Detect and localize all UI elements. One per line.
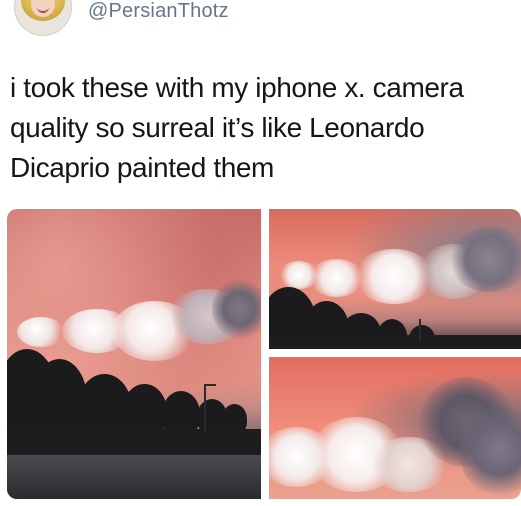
tweet-header: @PersianThotz xyxy=(0,0,521,40)
cloud-shape xyxy=(212,279,261,339)
cloud-shape xyxy=(17,317,65,347)
tweet-photo-2[interactable] xyxy=(269,209,521,349)
road xyxy=(7,455,261,499)
user-handle[interactable]: @PersianThotz xyxy=(88,0,229,23)
avatar[interactable] xyxy=(14,0,72,36)
cloud-shape xyxy=(449,227,521,292)
ground-silhouette xyxy=(269,335,521,349)
street-lamp xyxy=(419,319,421,341)
tweet-text: i took these with my iphone x. camera qu… xyxy=(10,72,464,183)
tweet-photo-1[interactable] xyxy=(7,209,261,499)
street-lamp xyxy=(204,384,206,432)
street-lamp xyxy=(204,384,216,386)
tweet-photo-3[interactable] xyxy=(269,357,521,499)
